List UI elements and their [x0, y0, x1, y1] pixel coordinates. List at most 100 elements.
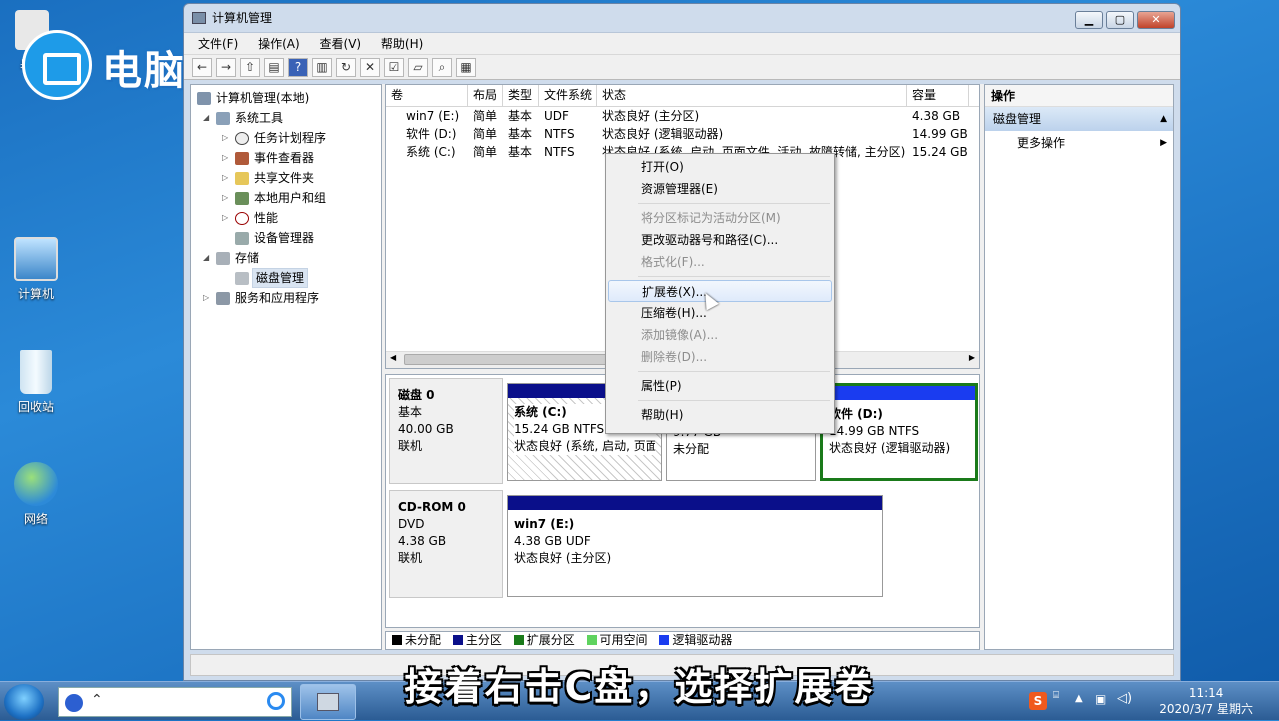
scroll-thumb[interactable]	[404, 354, 624, 365]
navigation-tree: 计算机管理(本地) ◢ 系统工具 ▷ 任务计划程序 ▷ 事件查看器 ▷ 共享文件夹 ▷ 本…	[190, 84, 382, 650]
volume-row-d[interactable]: 软件 (D:) 简单 基本 NTFS 状态良好 (逻辑驱动器) 14.99 GB	[386, 125, 979, 143]
menu-bar: 文件(F) 操作(A) 查看(V) 帮助(H)	[184, 32, 1180, 54]
menu-view[interactable]: 查看(V)	[320, 37, 362, 51]
legend-swatch	[513, 635, 524, 645]
tree-item-storage[interactable]: ◢ 存储	[191, 248, 381, 268]
checklist-icon[interactable]: ☑	[384, 58, 404, 77]
help-icon[interactable]: ?	[288, 58, 308, 77]
more-actions[interactable]: 更多操作 ▶	[985, 131, 1173, 155]
partition-d[interactable]: 软件 (D:) 14.99 GB NTFS 状态良好 (逻辑驱动器)	[820, 383, 978, 481]
subtitle-caption: 接着右击C盘，选择扩展卷	[404, 665, 875, 709]
menu-item-change-letter[interactable]: 更改驱动器号和路径(C)...	[608, 229, 832, 251]
expanded-arrow-icon: ◢	[203, 113, 210, 122]
desktop-icon-recycle-bin[interactable]: 回收站	[6, 350, 66, 415]
forward-icon[interactable]: →	[216, 58, 236, 77]
refresh-icon[interactable]: ↻	[336, 58, 356, 77]
tree-item-device-manager[interactable]: 设备管理器	[191, 228, 381, 248]
title-bar[interactable]: 计算机管理 ▁ ▢ ✕	[184, 4, 1180, 32]
actions-section-disk-management[interactable]: 磁盘管理 ▲	[985, 107, 1173, 131]
tree-item-task-scheduler[interactable]: ▷ 任务计划程序	[191, 128, 381, 148]
menu-item-delete-volume: 删除卷(D)...	[641, 350, 708, 364]
maximize-button[interactable]: ▢	[1106, 11, 1134, 29]
partition-e[interactable]: win7 (E:) 4.38 GB UDF 状态良好 (主分区)	[507, 495, 883, 597]
disk0-info[interactable]: 磁盘 0 基本 40.00 GB 联机	[389, 378, 503, 484]
cdrom0-info[interactable]: CD-ROM 0 DVD 4.38 GB 联机	[389, 490, 503, 598]
window-title: 计算机管理	[212, 11, 273, 25]
legend-swatch	[392, 635, 402, 645]
menu-separator	[638, 276, 830, 277]
tree-item-computer-management[interactable]: 计算机管理(本地)	[191, 88, 381, 108]
disk-legend: 未分配 主分区 扩展分区 可用空间 逻辑驱动器	[385, 631, 980, 650]
column-capacity[interactable]: 容量	[907, 85, 969, 106]
up-folder-icon[interactable]: ⇧	[240, 58, 260, 77]
actions-header: 操作	[985, 85, 1173, 107]
device-manager-icon	[235, 232, 249, 245]
partition-bar-logical	[823, 386, 975, 400]
tree-item-event-viewer[interactable]: ▷ 事件查看器	[191, 148, 381, 168]
recycle-bin-icon	[20, 350, 52, 394]
clock-icon	[235, 132, 249, 145]
computer-management-icon	[192, 12, 206, 24]
back-icon[interactable]: ←	[192, 58, 212, 77]
tree-item-disk-management[interactable]: 磁盘管理	[191, 268, 381, 288]
show-hide-action-icon[interactable]: ▥	[312, 58, 332, 77]
collapsed-arrow-icon: ▷	[222, 133, 229, 142]
performance-icon	[235, 212, 249, 225]
open-folder-icon[interactable]: ▱	[408, 58, 428, 77]
menu-item-extend-volume[interactable]: 扩展卷(X)...	[608, 280, 832, 302]
menu-separator	[638, 203, 830, 204]
scroll-right-icon[interactable]: ▶	[969, 353, 975, 362]
legend-swatch	[586, 635, 597, 645]
menu-action[interactable]: 操作(A)	[258, 37, 300, 51]
menu-item-format: 格式化(F)...	[641, 255, 705, 269]
tree-item-shared-folders[interactable]: ▷ 共享文件夹	[191, 168, 381, 188]
menu-separator	[638, 371, 830, 372]
menu-item-help[interactable]: 帮助(H)	[608, 404, 832, 426]
computer-icon	[14, 237, 58, 281]
tree-item-system-tools[interactable]: ◢ 系统工具	[191, 108, 381, 128]
tree-item-local-users[interactable]: ▷ 本地用户和组	[191, 188, 381, 208]
shared-folder-icon	[235, 172, 249, 185]
scroll-left-icon[interactable]: ◀	[390, 353, 396, 362]
menu-item-shrink-volume[interactable]: 压缩卷(H)...	[608, 302, 832, 324]
column-volume[interactable]: 卷	[386, 85, 468, 106]
desktop-icon-network[interactable]: 网络	[6, 462, 66, 527]
tree-item-performance[interactable]: ▷ 性能	[191, 208, 381, 228]
tools-icon	[216, 112, 230, 125]
logo-badge-icon	[22, 30, 92, 100]
collapsed-arrow-icon: ▷	[222, 173, 229, 182]
menu-item-add-mirror: 添加镜像(A)...	[641, 328, 719, 342]
storage-icon	[216, 252, 230, 265]
search-icon[interactable]: ⌕	[432, 58, 452, 77]
column-filesystem[interactable]: 文件系统	[539, 85, 597, 106]
collapsed-arrow-icon: ▷	[222, 213, 229, 222]
menu-file[interactable]: 文件(F)	[198, 37, 238, 51]
context-menu: 打开(O) 资源管理器(E) 将分区标记为活动分区(M) 更改驱动器号和路径(C…	[605, 153, 835, 434]
properties-icon[interactable]: ▦	[456, 58, 476, 77]
delete-icon[interactable]: ✕	[360, 58, 380, 77]
collapse-up-icon[interactable]: ▲	[1160, 107, 1167, 131]
legend-swatch	[659, 635, 670, 645]
legend-primary: 主分区	[452, 633, 502, 647]
column-status[interactable]: 状态	[597, 85, 907, 106]
desktop-icon-computer[interactable]: 计算机	[6, 237, 66, 302]
menu-item-properties[interactable]: 属性(P)	[608, 375, 832, 397]
tree-item-services[interactable]: ▷ 服务和应用程序	[191, 288, 381, 308]
minimize-button[interactable]: ▁	[1075, 11, 1103, 29]
menu-help[interactable]: 帮助(H)	[381, 37, 423, 51]
partition-bar-primary	[508, 496, 882, 510]
legend-logical: 逻辑驱动器	[659, 633, 732, 647]
menu-separator	[638, 400, 830, 401]
column-layout[interactable]: 布局	[468, 85, 503, 106]
close-button[interactable]: ✕	[1137, 11, 1175, 29]
event-viewer-icon	[235, 152, 249, 165]
actions-pane: 操作 磁盘管理 ▲ 更多操作 ▶	[984, 84, 1174, 650]
show-hide-tree-icon[interactable]: ▤	[264, 58, 284, 77]
menu-item-open[interactable]: 打开(O)	[608, 156, 832, 178]
network-globe-icon	[14, 462, 58, 506]
menu-item-explorer[interactable]: 资源管理器(E)	[608, 178, 832, 200]
volume-row-e[interactable]: win7 (E:) 简单 基本 UDF 状态良好 (主分区) 4.38 GB	[386, 107, 979, 125]
column-type[interactable]: 类型	[503, 85, 539, 106]
computer-management-icon	[197, 92, 211, 105]
legend-swatch	[452, 635, 463, 645]
